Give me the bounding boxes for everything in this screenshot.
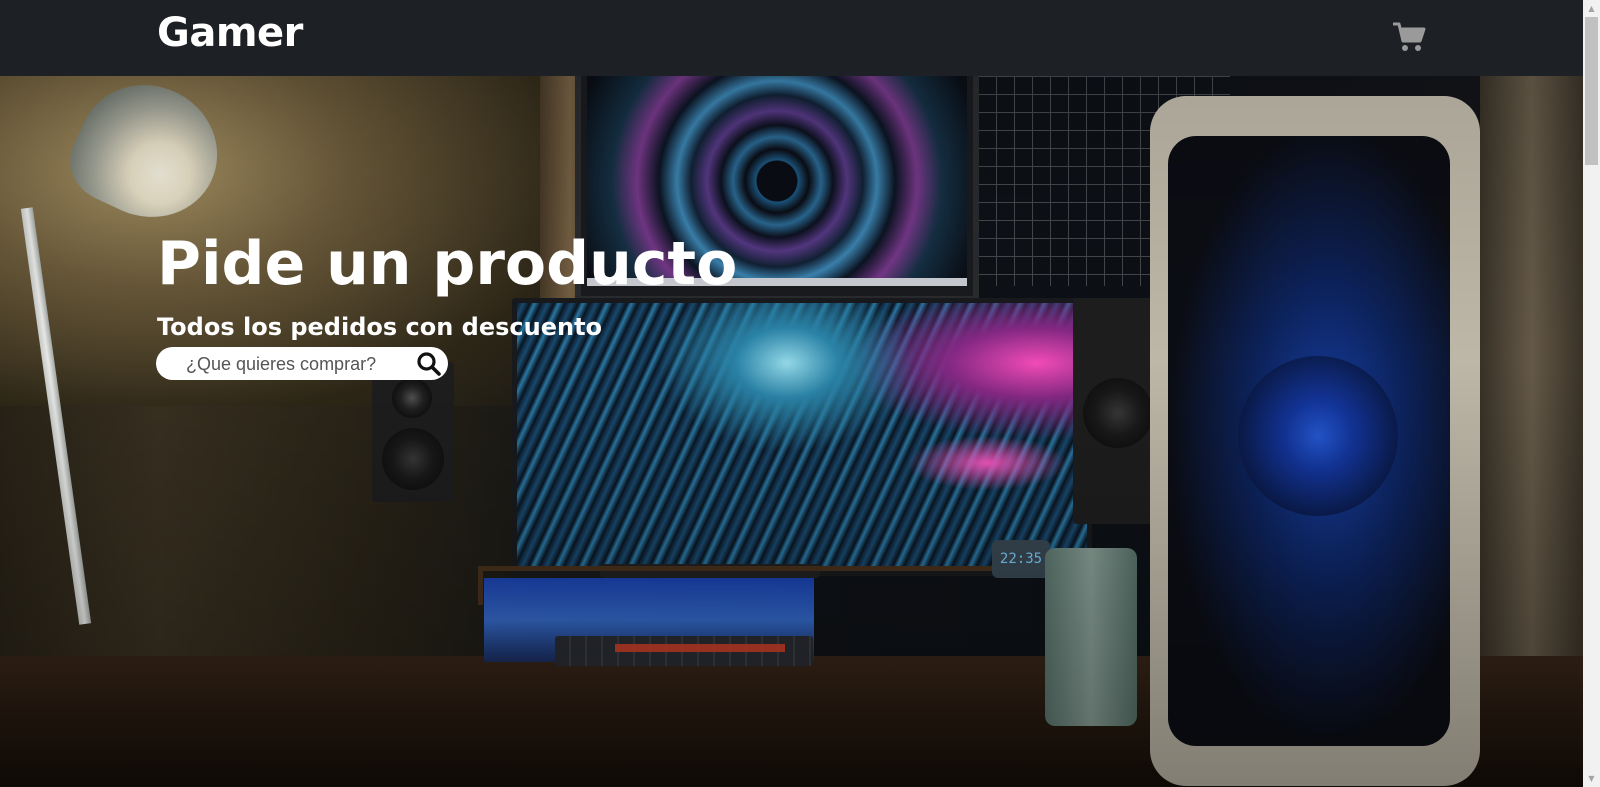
scroll-up-arrow-icon[interactable]: ▲	[1583, 0, 1600, 17]
hero-subtitle: Todos los pedidos con descuento	[157, 313, 603, 341]
scroll-down-arrow-icon[interactable]: ▼	[1583, 770, 1600, 787]
search-bar	[156, 347, 448, 380]
vertical-scrollbar[interactable]: ▲ ▼	[1583, 0, 1600, 787]
scrollbar-thumb[interactable]	[1585, 17, 1598, 165]
page: Gamer 22:35	[0, 0, 1583, 787]
hero-banner: 22:35 Pide un producto Todos los pedidos…	[0, 76, 1583, 787]
search-input[interactable]	[184, 351, 408, 378]
search-icon[interactable]	[416, 351, 442, 377]
shopping-cart-icon[interactable]	[1392, 21, 1426, 53]
brand-logo[interactable]: Gamer	[157, 10, 303, 56]
top-navbar: Gamer	[0, 0, 1583, 76]
hero-title: Pide un producto	[157, 229, 738, 299]
